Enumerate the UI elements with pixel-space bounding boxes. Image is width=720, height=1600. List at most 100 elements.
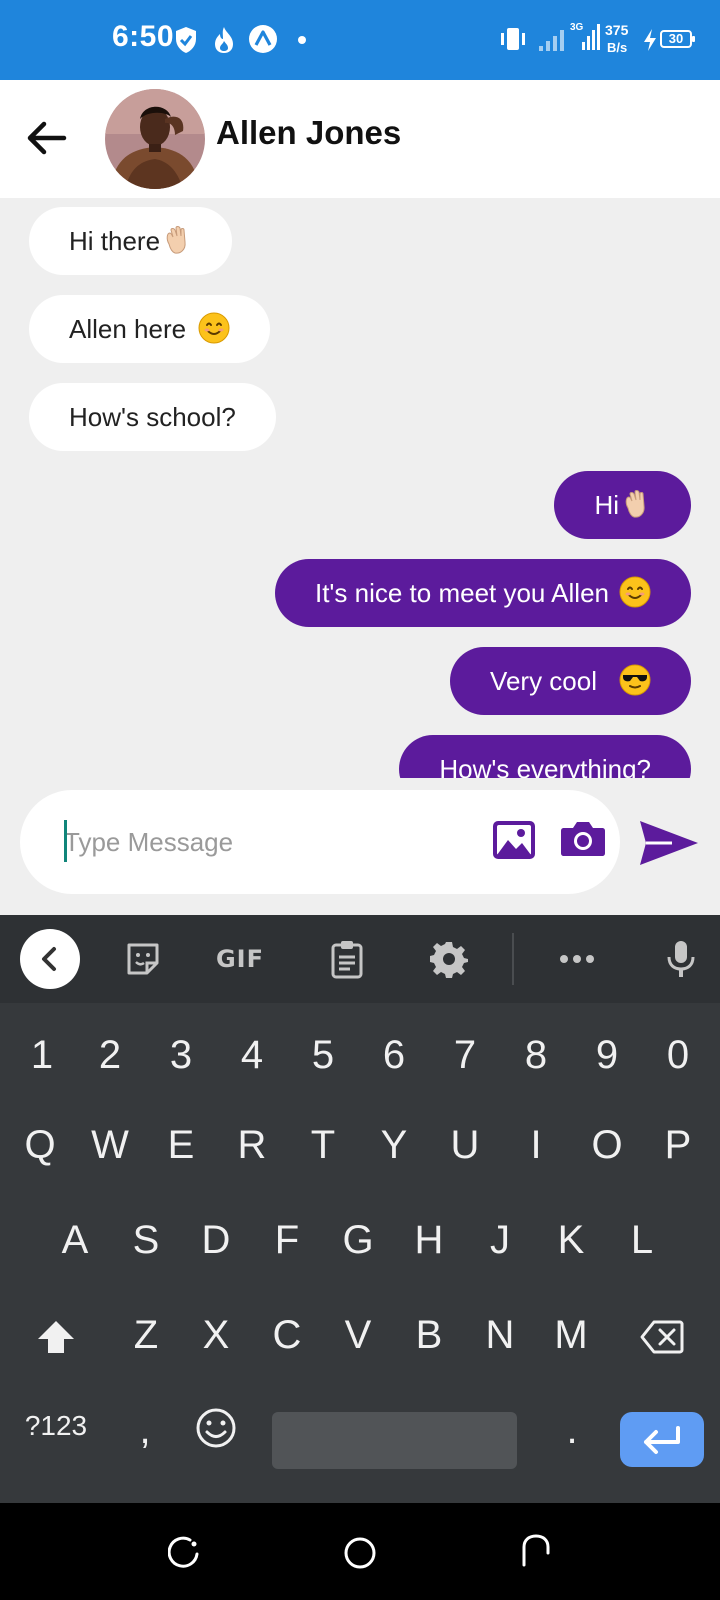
key-a[interactable]: A <box>43 1195 107 1285</box>
key-0[interactable]: 0 <box>646 1010 710 1100</box>
sticker-button[interactable] <box>118 915 168 1003</box>
key-p[interactable]: P <box>646 1100 710 1190</box>
message-text: Allen here <box>69 314 187 344</box>
more-dots-icon <box>560 955 594 963</box>
message-bubble-incoming[interactable]: Allen here <box>29 295 271 363</box>
key-u[interactable]: U <box>433 1100 497 1190</box>
key-t[interactable]: T <box>291 1100 355 1190</box>
contact-avatar[interactable] <box>105 89 205 189</box>
backspace-key[interactable] <box>630 1290 694 1380</box>
microphone-icon <box>667 941 695 977</box>
comma-key[interactable]: , <box>115 1385 175 1475</box>
key-j[interactable]: J <box>468 1195 532 1285</box>
key-9[interactable]: 9 <box>575 1010 639 1100</box>
gear-icon <box>430 942 468 978</box>
text-caret <box>64 820 67 862</box>
key-n[interactable]: N <box>468 1290 532 1380</box>
voice-input-button[interactable] <box>656 915 706 1003</box>
chevron-left-icon <box>42 947 56 971</box>
clipboard-button[interactable] <box>322 915 372 1003</box>
key-h[interactable]: H <box>397 1195 461 1285</box>
gallery-image-icon[interactable] <box>492 820 536 860</box>
key-w[interactable]: W <box>78 1100 142 1190</box>
message-bubble-incoming[interactable]: Hi there <box>29 207 233 275</box>
backspace-icon <box>640 1320 684 1354</box>
key-x[interactable]: X <box>184 1290 248 1380</box>
message-composer <box>20 790 620 894</box>
key-k[interactable]: K <box>539 1195 603 1285</box>
system-navigation-bar <box>0 1503 720 1600</box>
shift-key[interactable] <box>24 1290 88 1380</box>
home-circle-icon[interactable] <box>343 1536 377 1570</box>
space-bar[interactable] <box>272 1412 517 1469</box>
waving-hand-icon <box>166 226 186 254</box>
waving-hand-icon <box>625 490 645 518</box>
key-z[interactable]: Z <box>114 1290 178 1380</box>
key-y[interactable]: Y <box>362 1100 426 1190</box>
keyboard-toolbar: GIF <box>0 915 720 1003</box>
gif-label: GIF <box>215 945 265 973</box>
key-g[interactable]: G <box>326 1195 390 1285</box>
key-v[interactable]: V <box>326 1290 390 1380</box>
smiling-face-icon <box>198 312 230 344</box>
shift-arrow-icon <box>38 1321 74 1354</box>
back-arrow-icon[interactable] <box>24 116 68 160</box>
sticker-icon <box>127 943 159 975</box>
recent-apps-icon[interactable] <box>168 1536 200 1568</box>
sunglasses-face-icon <box>619 664 651 696</box>
message-bubble-outgoing[interactable]: It's nice to meet you Allen <box>274 559 691 627</box>
key-o[interactable]: O <box>575 1100 639 1190</box>
key-8[interactable]: 8 <box>504 1010 568 1100</box>
settings-button[interactable] <box>424 915 474 1003</box>
message-bubble-outgoing[interactable]: Very cool <box>450 647 691 715</box>
key-f[interactable]: F <box>255 1195 319 1285</box>
key-l[interactable]: L <box>610 1195 674 1285</box>
key-4[interactable]: 4 <box>220 1010 284 1100</box>
key-1[interactable]: 1 <box>10 1010 74 1100</box>
message-text: Hi <box>594 490 619 520</box>
emoji-face-icon <box>196 1408 236 1448</box>
enter-key[interactable] <box>620 1412 704 1467</box>
enter-arrow-icon <box>644 1426 680 1454</box>
key-s[interactable]: S <box>114 1195 178 1285</box>
charging-bolt-icon <box>644 29 656 51</box>
key-6[interactable]: 6 <box>362 1010 426 1100</box>
key-q[interactable]: Q <box>8 1100 72 1190</box>
more-options-button[interactable] <box>552 915 602 1003</box>
net-speed-value: 375 <box>605 22 629 38</box>
message-text: Hi there <box>69 226 161 256</box>
key-3[interactable]: 3 <box>149 1010 213 1100</box>
keyboard: 1 2 3 4 5 6 7 8 9 0 Q W E R T Y U I O P … <box>0 1003 720 1503</box>
back-nav-icon[interactable] <box>520 1533 552 1567</box>
keyboard-collapse-button[interactable] <box>20 929 80 989</box>
smiling-face-icon <box>619 576 651 608</box>
notification-dot-icon <box>298 36 306 44</box>
gif-button[interactable]: GIF <box>210 915 270 1003</box>
emoji-key[interactable] <box>184 1381 248 1471</box>
key-5[interactable]: 5 <box>291 1010 355 1100</box>
status-time: 6:50 <box>112 20 175 53</box>
key-d[interactable]: D <box>184 1195 248 1285</box>
message-input[interactable] <box>64 818 444 866</box>
message-text: Very cool <box>490 666 597 696</box>
symbols-key[interactable]: ?123 <box>18 1381 94 1471</box>
flame-icon <box>215 27 233 53</box>
message-bubble-outgoing[interactable]: Hi <box>554 471 691 539</box>
send-button[interactable] <box>638 818 700 868</box>
message-bubble-incoming[interactable]: How's school? <box>29 383 276 451</box>
chat-header: Allen Jones <box>0 80 720 198</box>
toolbar-divider <box>512 933 514 985</box>
battery-level: 30 <box>668 31 684 46</box>
key-e[interactable]: E <box>149 1100 213 1190</box>
status-bar: 6:50 3G 375 B/s 30 <box>0 0 720 80</box>
key-b[interactable]: B <box>397 1290 461 1380</box>
clipboard-icon <box>331 941 363 979</box>
key-2[interactable]: 2 <box>78 1010 142 1100</box>
key-m[interactable]: M <box>539 1290 603 1380</box>
key-c[interactable]: C <box>255 1290 319 1380</box>
period-key[interactable]: . <box>540 1385 604 1475</box>
key-r[interactable]: R <box>220 1100 284 1190</box>
camera-icon[interactable] <box>560 818 606 858</box>
key-7[interactable]: 7 <box>433 1010 497 1100</box>
key-i[interactable]: I <box>504 1100 568 1190</box>
